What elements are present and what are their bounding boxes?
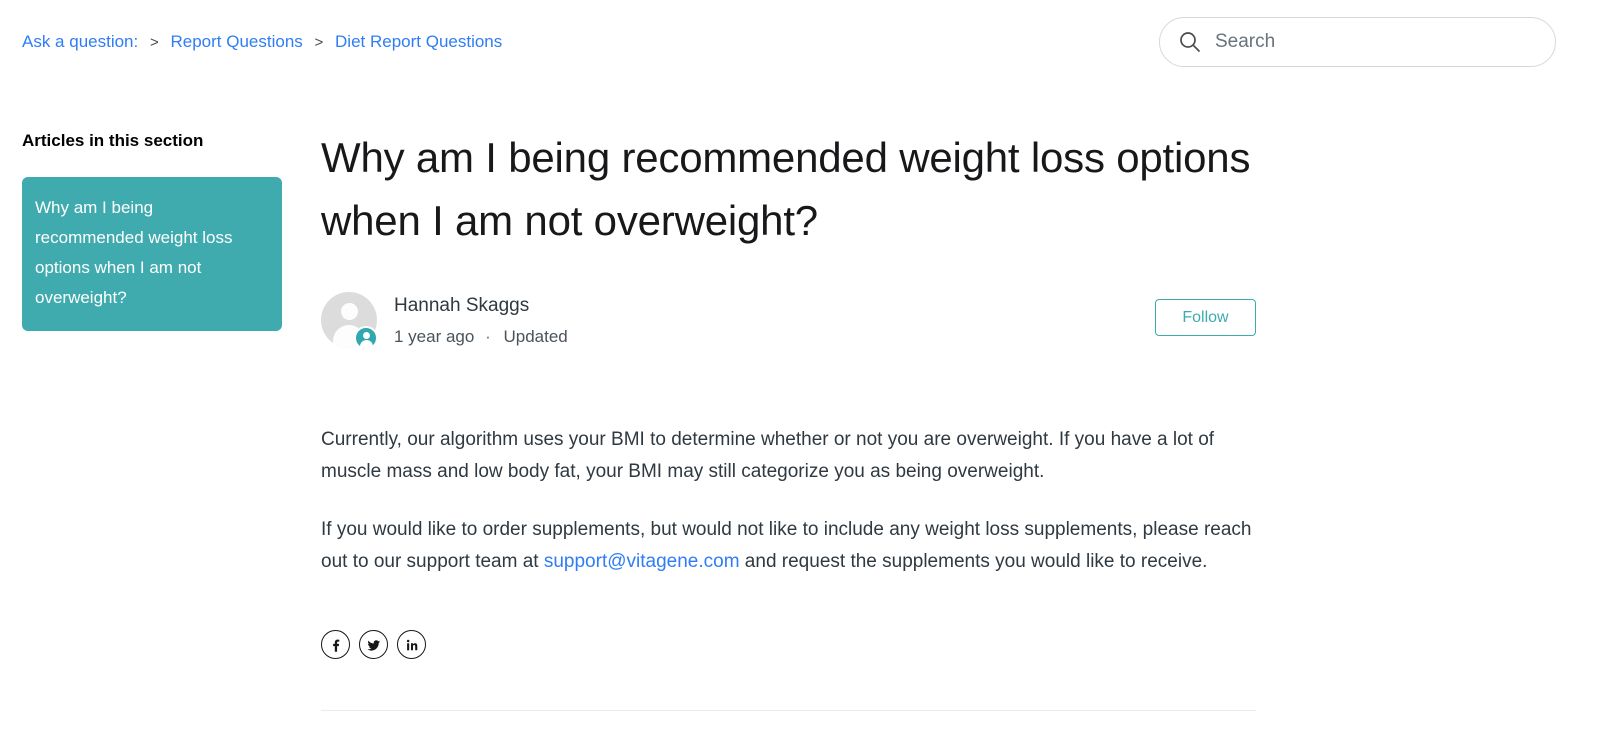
sidebar: Articles in this section Why am I being … bbox=[22, 129, 284, 331]
page-title: Why am I being recommended weight loss o… bbox=[321, 134, 1251, 244]
article-paragraph: Currently, our algorithm uses your BMI t… bbox=[321, 424, 1257, 488]
breadcrumb-separator: > bbox=[314, 34, 324, 51]
search-icon bbox=[1178, 30, 1202, 54]
badge-head bbox=[362, 332, 370, 339]
breadcrumb-separator: > bbox=[149, 34, 159, 51]
article-meta: Hannah Skaggs 1 year ago · Updated Follo… bbox=[321, 292, 1256, 350]
avatar-head bbox=[340, 303, 358, 320]
footer-divider bbox=[321, 710, 1256, 711]
breadcrumb: Ask a question: > Report Questions > Die… bbox=[22, 30, 502, 55]
article-timestamp-row: 1 year ago · Updated bbox=[394, 323, 568, 351]
article-main: Why am I being recommended weight loss o… bbox=[321, 126, 1256, 659]
support-email-link[interactable]: support@vitagene.com bbox=[544, 551, 740, 572]
twitter-share-icon[interactable] bbox=[359, 630, 388, 659]
follow-button[interactable]: Follow bbox=[1155, 299, 1256, 336]
author-block: Hannah Skaggs 1 year ago · Updated bbox=[394, 292, 568, 351]
article-timestamp: 1 year ago bbox=[394, 327, 475, 346]
article-status: Updated bbox=[503, 327, 568, 346]
badge-body bbox=[359, 340, 373, 349]
avatar bbox=[321, 292, 379, 350]
article-body: Currently, our algorithm uses your BMI t… bbox=[321, 424, 1257, 578]
breadcrumb-item-diet-report-questions[interactable]: Diet Report Questions bbox=[335, 32, 502, 51]
sidebar-heading: Articles in this section bbox=[22, 131, 204, 150]
sidebar-item-current-article[interactable]: Why am I being recommended weight loss o… bbox=[22, 177, 282, 331]
article-paragraph: If you would like to order supplements, … bbox=[321, 514, 1257, 578]
agent-badge-icon bbox=[354, 326, 378, 350]
search-input[interactable] bbox=[1215, 27, 1535, 57]
author-name: Hannah Skaggs bbox=[394, 295, 530, 316]
facebook-share-icon[interactable] bbox=[321, 630, 350, 659]
share-row bbox=[321, 630, 1256, 659]
paragraph-text: and request the supplements you would li… bbox=[739, 551, 1208, 572]
breadcrumb-item-report-questions[interactable]: Report Questions bbox=[170, 32, 302, 51]
meta-separator: · bbox=[485, 327, 491, 346]
page-header: Ask a question: > Report Questions > Die… bbox=[0, 0, 1600, 84]
linkedin-share-icon[interactable] bbox=[397, 630, 426, 659]
breadcrumb-item-ask-a-question[interactable]: Ask a question: bbox=[22, 32, 138, 51]
search-box[interactable] bbox=[1159, 17, 1556, 67]
paragraph-text: Currently, our algorithm uses your BMI t… bbox=[321, 429, 1215, 482]
